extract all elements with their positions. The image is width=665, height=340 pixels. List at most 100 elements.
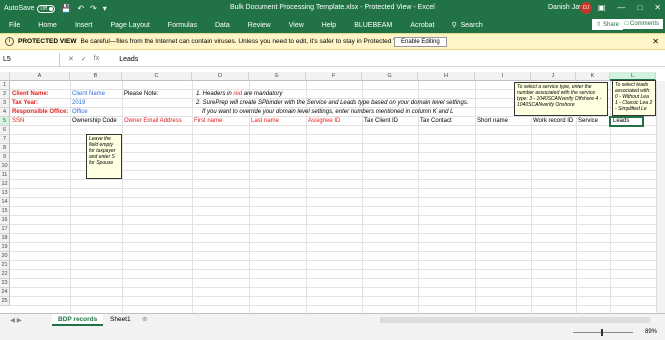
enter-icon[interactable]: ✓ [81,55,87,63]
row-header-5[interactable]: 5 [0,117,10,126]
column-header-c[interactable]: C [122,72,192,81]
note-red-word: red [233,91,243,97]
row-header-12[interactable]: 12 [0,180,10,189]
column-header-a[interactable]: A [10,72,70,81]
tab-bluebeam[interactable]: BLUEBEAM [354,22,392,29]
column-header-h[interactable]: H [418,72,475,81]
minimize-icon[interactable]: — [617,3,625,12]
row-header-20[interactable]: 20 [0,252,10,261]
header-short-name[interactable]: Short name [477,117,508,126]
tab-view[interactable]: View [289,22,304,29]
header-ssn[interactable]: SSN [12,117,24,126]
name-box[interactable]: L5 [0,52,60,66]
responsible-office-value[interactable]: Office [72,108,88,117]
sheet-tab-bdp-records[interactable]: BDP records [52,314,104,326]
row-header-2[interactable]: 2 [0,90,10,99]
document-title: Bulk Document Processing Template.xlsx -… [230,4,435,11]
header-assignee-id[interactable]: Assignee ID [308,117,340,126]
sheet-nav-icon[interactable]: ◀ ▶ [10,316,22,324]
row-header-1[interactable]: 1 [0,81,10,90]
row-header-19[interactable]: 19 [0,243,10,252]
row-header-9[interactable]: 9 [0,153,10,162]
horizontal-scrollbar[interactable] [380,317,650,323]
tab-file[interactable]: File [9,22,20,29]
header-work-record-id[interactable]: Work record ID [533,117,573,126]
row-header-24[interactable]: 24 [0,288,10,297]
tab-insert[interactable]: Insert [75,22,93,29]
row-header-18[interactable]: 18 [0,234,10,243]
tab-data[interactable]: Data [215,22,230,29]
cancel-icon[interactable]: ✕ [68,55,74,63]
save-icon[interactable]: 💾 [61,4,71,13]
gridline [10,206,656,207]
formula-input[interactable]: Leads [119,56,138,63]
header-tax-contact[interactable]: Tax Contact [420,117,452,126]
sheet-tab-sheet1[interactable]: Sheet1 [104,314,137,326]
row-header-11[interactable]: 11 [0,171,10,180]
zoom-slider[interactable] [573,329,633,336]
tax-year-value[interactable]: 2019 [72,99,85,108]
maximize-icon[interactable]: □ [637,3,642,12]
column-header-b[interactable]: B [70,72,122,81]
customize-toolbar-icon[interactable]: ▾ [103,4,107,13]
zoom-level[interactable]: 89% [645,329,657,335]
add-sheet-icon[interactable]: ⊕ [142,315,147,323]
close-icon[interactable]: ✕ [654,3,661,12]
column-header-j[interactable]: J [531,72,576,81]
column-header-k[interactable]: K [576,72,610,81]
row-header-7[interactable]: 7 [0,135,10,144]
header-ownership-code[interactable]: Ownership Code [72,117,117,126]
column-header-i[interactable]: I [475,72,531,81]
header-last-name[interactable]: Last name [251,117,279,126]
tab-review[interactable]: Review [248,22,271,29]
row-header-21[interactable]: 21 [0,261,10,270]
column-header-e[interactable]: E [249,72,306,81]
share-button[interactable]: ⇧ Share [592,19,623,30]
search-icon[interactable]: ⚲ [451,21,456,29]
row-header-10[interactable]: 10 [0,162,10,171]
row-header-17[interactable]: 17 [0,225,10,234]
tab-acrobat[interactable]: Acrobat [410,22,434,29]
row-header-8[interactable]: 8 [0,144,10,153]
avatar[interactable]: DJ [580,2,592,14]
client-name-value[interactable]: Client Name [72,90,105,99]
enable-editing-button[interactable]: Enable Editing [394,37,447,47]
spreadsheet-grid[interactable]: A B C D E F G H I J K L 1 2 3 4 5 6 7 8 … [0,72,656,313]
redo-icon[interactable]: ↷ [90,4,97,13]
row-header-25[interactable]: 25 [0,297,10,306]
header-owner-email[interactable]: Owner Email Address [124,117,182,126]
row-header-22[interactable]: 22 [0,270,10,279]
search-box[interactable]: Search [461,22,483,29]
row-header-14[interactable]: 14 [0,198,10,207]
row-header-4[interactable]: 4 [0,108,10,117]
header-tax-client-id[interactable]: Tax Client ID [364,117,398,126]
tab-help[interactable]: Help [322,22,336,29]
autosave-toggle[interactable]: Off [37,4,56,13]
tab-home[interactable]: Home [38,22,57,29]
row-header-23[interactable]: 23 [0,279,10,288]
header-service[interactable]: Service [578,117,598,126]
column-header-g[interactable]: G [362,72,418,81]
undo-icon[interactable]: ↶ [77,4,84,13]
row-header-13[interactable]: 13 [0,189,10,198]
tab-formulas[interactable]: Formulas [168,22,197,29]
row-header-3[interactable]: 3 [0,99,10,108]
comments-button[interactable]: □ Comments [620,19,663,29]
close-icon[interactable]: ✕ [652,37,659,46]
gridline [10,197,656,198]
tab-page-layout[interactable]: Page Layout [110,22,149,29]
row-header-16[interactable]: 16 [0,216,10,225]
row-header-6[interactable]: 6 [0,126,10,135]
zoom-slider-thumb[interactable] [601,329,603,336]
vertical-scrollbar[interactable] [656,81,665,313]
ribbon-display-icon[interactable]: ▣ [598,3,606,12]
header-first-name[interactable]: First name [194,117,222,126]
comments-label: Comments [629,21,659,27]
column-header-f[interactable]: F [306,72,362,81]
column-header-d[interactable]: D [192,72,249,81]
selected-cell-l5[interactable] [609,116,644,127]
row-header-15[interactable]: 15 [0,207,10,216]
service-note: To select a service type, enter the numb… [514,82,608,116]
fx-icon[interactable]: fx [94,55,99,63]
select-all-corner[interactable] [0,72,10,81]
